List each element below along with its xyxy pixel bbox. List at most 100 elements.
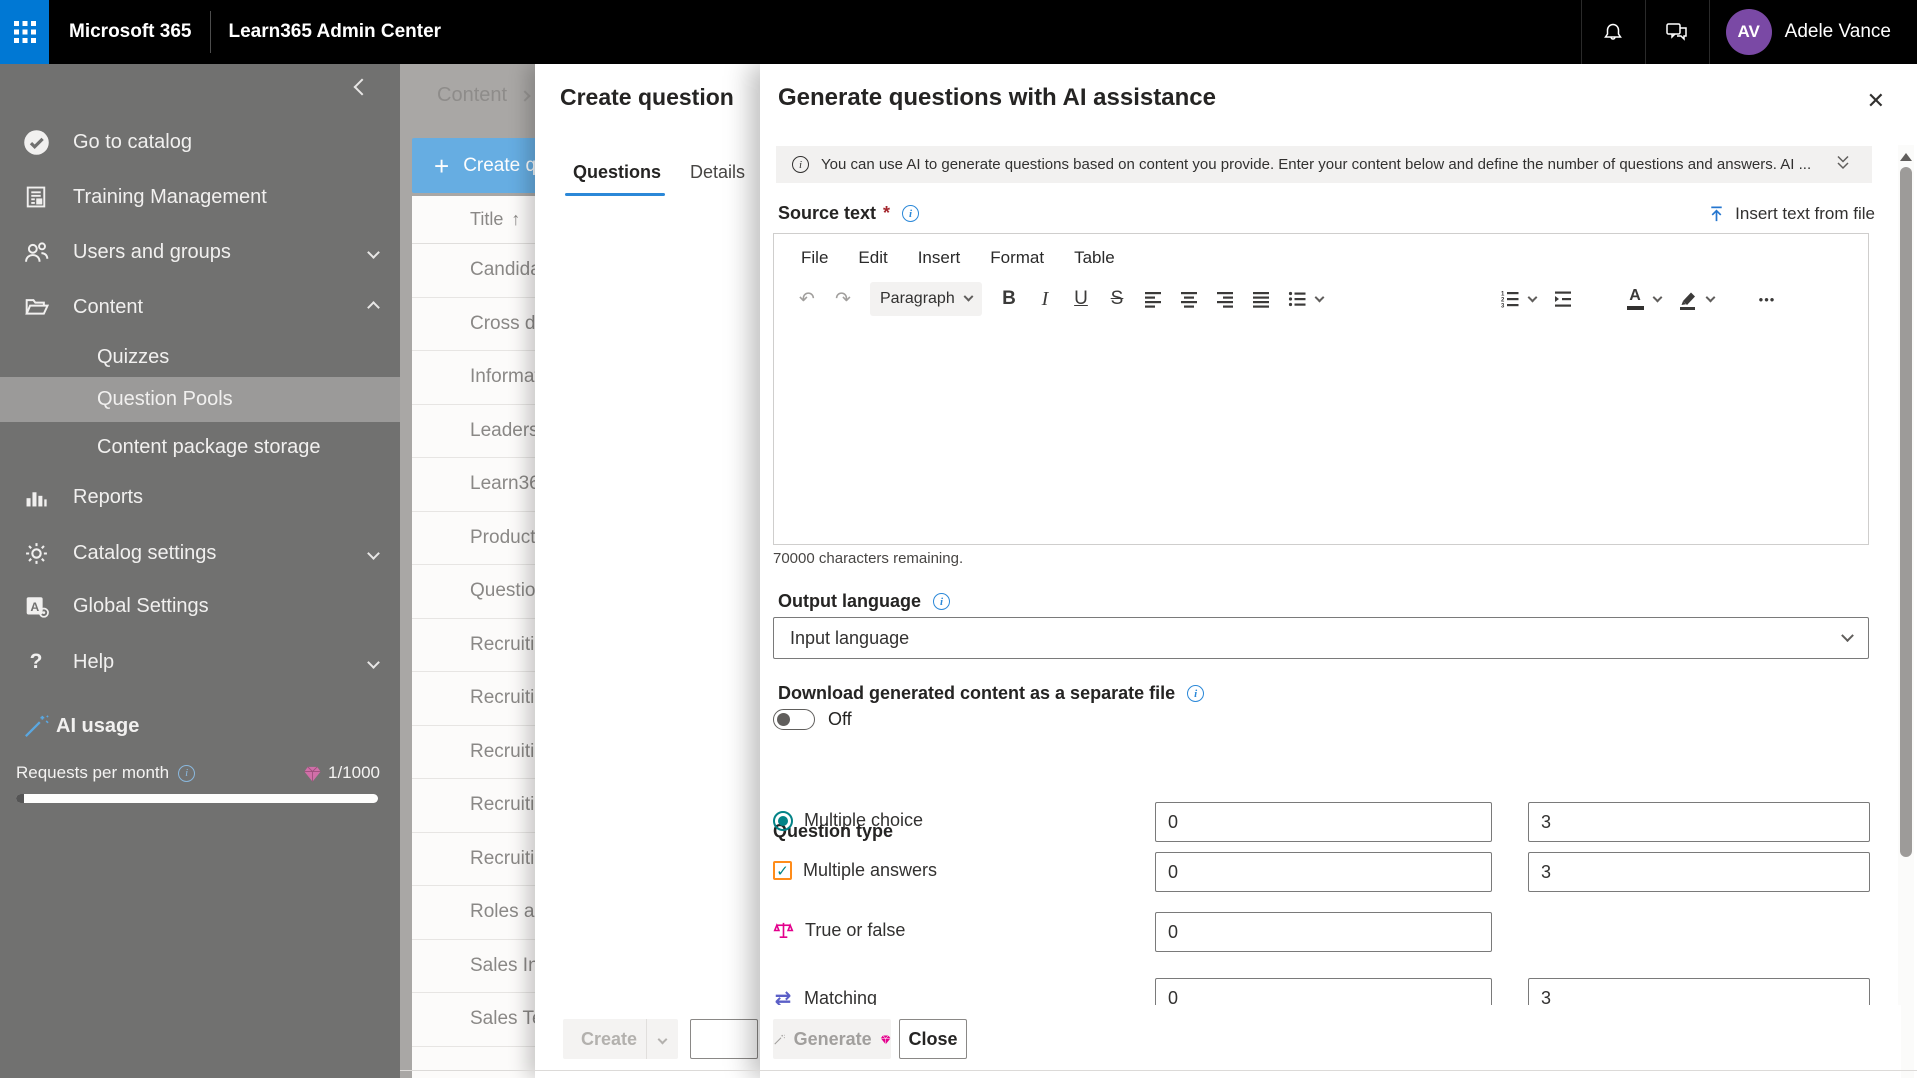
check-circle-icon [22, 128, 50, 156]
highlight-color-icon[interactable] [1675, 284, 1701, 314]
paragraph-style-dropdown[interactable]: Paragraph [870, 282, 982, 316]
sidebar-item-global-settings[interactable]: A Global Settings [0, 584, 400, 628]
expand-banner-button[interactable] [1834, 154, 1852, 176]
download-toggle[interactable] [773, 709, 815, 730]
requests-label: Requests per month [16, 763, 170, 782]
sidebar-collapse-button[interactable] [353, 78, 384, 108]
download-toggle-row: Off [773, 709, 852, 730]
create-button[interactable]: Create [563, 1019, 678, 1059]
close-button[interactable]: Close [899, 1019, 967, 1059]
close-icon[interactable]: ✕ [1867, 90, 1885, 112]
bullet-list-icon[interactable] [1284, 284, 1310, 314]
tab-questions[interactable]: Questions [573, 162, 661, 183]
chevron-down-icon [367, 245, 380, 259]
sidebar-item-catalog-settings[interactable]: Catalog settings [0, 531, 400, 575]
menu-edit[interactable]: Edit [858, 248, 887, 268]
breadcrumb-chevron-icon [519, 89, 531, 102]
info-icon[interactable]: i [902, 205, 920, 222]
sidebar-item-help[interactable]: ? Help [0, 640, 400, 684]
multiple-answers-icon: ✓ [773, 861, 792, 880]
multiple-answers-questions-input[interactable] [1155, 852, 1492, 892]
chevron-down-icon [657, 1034, 668, 1044]
sidebar-item-ai-usage[interactable]: AI usage [0, 704, 400, 748]
modal-scrollbar[interactable] [1898, 145, 1914, 1078]
bell-icon [1604, 23, 1623, 40]
info-icon[interactable]: i [1187, 685, 1205, 702]
align-center-icon[interactable] [1176, 284, 1202, 314]
ms365-brand[interactable]: Microsoft 365 [69, 21, 191, 43]
modal-footer: Generate Close [760, 1005, 1901, 1078]
feedback-button[interactable] [1644, 0, 1709, 64]
question-mark-icon: ? [29, 650, 43, 673]
menu-file[interactable]: File [801, 248, 828, 268]
scrollbar-thumb[interactable] [1900, 167, 1912, 857]
insert-text-from-file-button[interactable]: Insert text from file [1707, 204, 1875, 224]
underline-icon[interactable]: U [1068, 284, 1094, 314]
generate-questions-modal: Generate questions with AI assistance ✕ … [760, 64, 1917, 1078]
avatar[interactable]: AV [1725, 9, 1772, 55]
notifications-button[interactable] [1580, 0, 1645, 64]
sidebar-item-quizzes[interactable]: Quizzes [0, 335, 400, 379]
requests-progress-bar [16, 794, 378, 803]
editor-toolbar: ↶ ↷ Paragraph B I U S 1 2 3 A ••• [774, 280, 1868, 318]
italic-icon[interactable]: I [1032, 284, 1058, 314]
true-false-questions-input[interactable] [1155, 912, 1492, 952]
chevron-down-icon [963, 291, 974, 302]
tab-details[interactable]: Details [690, 162, 745, 183]
numbered-list-icon[interactable]: 123 [1497, 284, 1523, 314]
editor-menubar: File Edit Insert Format Table [774, 234, 1868, 268]
waffle-icon [13, 21, 36, 43]
modal-title: Generate questions with AI assistance [778, 84, 1216, 111]
info-icon[interactable]: i [178, 764, 196, 782]
justify-icon[interactable] [1248, 284, 1274, 314]
sidebar-item-content-package-storage[interactable]: Content package storage [0, 425, 400, 469]
multiple-choice-questions-input[interactable] [1155, 802, 1492, 842]
sidebar-item-reports[interactable]: Reports [0, 475, 400, 519]
chevron-down-icon[interactable] [1652, 292, 1663, 303]
multiple-answers-answers-input[interactable] [1528, 852, 1870, 892]
scroll-up-arrow-icon[interactable] [1900, 153, 1912, 161]
breadcrumb[interactable]: Content [437, 84, 531, 107]
info-icon[interactable]: i [933, 593, 950, 610]
source-text-input-area[interactable] [775, 326, 1867, 543]
chevron-down-icon [367, 546, 380, 560]
bold-icon[interactable]: B [996, 284, 1022, 314]
chat-icon [1666, 23, 1687, 41]
source-text-label: Source text * i [778, 203, 920, 224]
menu-insert[interactable]: Insert [918, 248, 961, 268]
create-split-dropdown[interactable] [646, 1019, 678, 1059]
double-chevron-down-icon [1837, 155, 1849, 169]
more-toolbar-options-icon[interactable]: ••• [1754, 284, 1780, 314]
progress-fill [16, 794, 24, 803]
align-left-icon[interactable] [1140, 284, 1166, 314]
app-title[interactable]: Learn365 Admin Center [228, 21, 441, 43]
sidebar-item-go-to-catalog[interactable]: Go to catalog [0, 120, 400, 164]
redo-icon[interactable]: ↷ [830, 284, 856, 314]
multiple-choice-answers-input[interactable] [1528, 802, 1870, 842]
account-menu[interactable]: AV Adele Vance [1708, 0, 1917, 64]
magic-wand-icon [774, 1034, 786, 1044]
question-row-true-or-false: True or false [773, 912, 1870, 952]
sidebar-item-training-management[interactable]: Training Management [0, 175, 400, 219]
admin-settings-icon: A [22, 592, 50, 620]
indent-icon[interactable] [1550, 284, 1576, 314]
chevron-down-icon[interactable] [1527, 292, 1538, 303]
chevron-down-icon[interactable] [1314, 292, 1325, 303]
question-row-multiple-choice: Multiple choice [773, 802, 1870, 842]
sidebar-item-users-and-groups[interactable]: Users and groups [0, 230, 400, 274]
panel-secondary-button[interactable] [690, 1019, 758, 1059]
sidebar-item-content[interactable]: Content [0, 285, 400, 329]
output-language-dropdown[interactable]: Input language [773, 617, 1869, 659]
svg-text:A: A [30, 599, 39, 613]
app-launcher-button[interactable] [0, 0, 49, 64]
banner-text: You can use AI to generate questions bas… [821, 156, 1812, 173]
text-color-icon[interactable]: A [1622, 284, 1648, 314]
sidebar-item-question-pools[interactable]: Question Pools [0, 377, 400, 422]
generate-button[interactable]: Generate [773, 1019, 891, 1059]
align-right-icon[interactable] [1212, 284, 1238, 314]
strikethrough-icon[interactable]: S [1104, 284, 1130, 314]
chevron-down-icon[interactable] [1705, 292, 1716, 303]
menu-format[interactable]: Format [990, 248, 1044, 268]
menu-table[interactable]: Table [1074, 248, 1115, 268]
undo-icon[interactable]: ↶ [794, 284, 820, 314]
